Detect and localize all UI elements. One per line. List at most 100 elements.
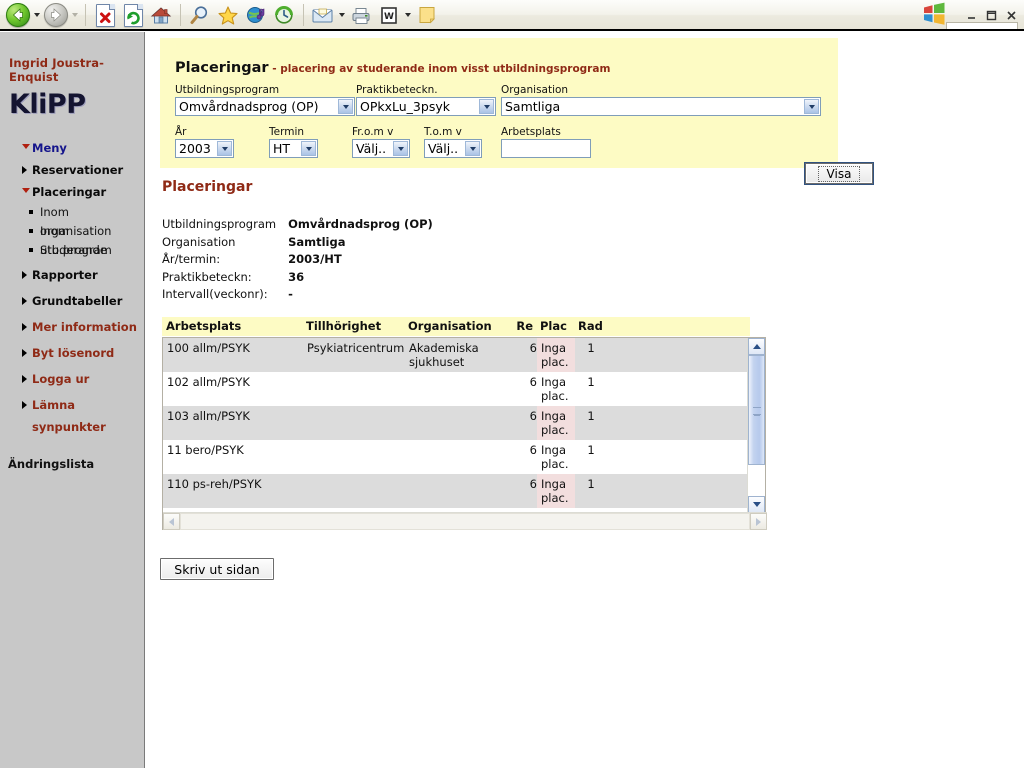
column-header-tillhorighet[interactable]: Tillhörighet [302,317,404,336]
horizontal-scrollbar-track[interactable] [180,513,750,530]
sidebar-item-meny[interactable]: Meny [0,137,144,159]
scroll-left-button[interactable] [163,513,180,530]
main-content: Placeringar - placering av studerande in… [145,32,1024,768]
bullet-icon [29,229,33,233]
cell-arbetsplats: 100 allm/PSYK [163,338,303,372]
history-button[interactable] [270,2,298,28]
vertical-scrollbar-thumb[interactable] [748,355,765,465]
refresh-icon [123,3,143,27]
home-button[interactable] [147,2,175,28]
bullet-icon [29,210,33,214]
app-logo: KliPP [9,89,86,120]
sidebar-item-inom-organisation[interactable]: Inom organisation [0,203,144,238]
cell-arbetsplats: 102 allm/PSYK [167,375,250,389]
chevron-up-icon [752,344,761,349]
scroll-up-button[interactable] [748,338,765,355]
horizontal-scrollbar[interactable] [163,512,767,530]
table-row[interactable]: 11 bero/PSYK 6 Inga plac. 1 [163,440,749,474]
table-row[interactable]: 103 allm/PSYK 6 Inga plac. 1 [163,406,749,440]
mail-button[interactable] [309,2,337,28]
table-row[interactable]: 110 ps-reh/PSYK 6 Inga plac. 1 [163,474,749,508]
vertical-scrollbar-track[interactable] [748,465,765,496]
panel-title: Placeringar - placering av studerande in… [175,60,610,76]
search-button[interactable] [186,2,214,28]
meta-value: 2003/HT [288,252,342,266]
sidebar-item-label: Logga ur [32,372,90,386]
sidebar-item-studerande[interactable]: Studerande [0,241,144,260]
arbetsplats-input[interactable] [501,139,591,158]
close-icon [1007,10,1016,20]
print-page-button[interactable]: Skriv ut sidan [160,558,274,580]
forward-button[interactable] [42,2,70,28]
search-icon [190,6,208,24]
media-button[interactable] [242,2,270,28]
organisation-select[interactable]: Samtliga [501,97,821,116]
table-row[interactable]: 102 allm/PSYK 6 Inga plac. 1 [163,372,749,406]
select-value: Omvårdnadsprog (OP) [179,99,319,114]
refresh-button[interactable] [119,2,147,28]
notes-button[interactable] [413,2,441,28]
close-button[interactable] [1005,9,1018,22]
table-row[interactable]: 100 allm/PSYK Psykiatricentrum Akademisk… [163,338,749,372]
praktikbeteckn-select[interactable]: OPkxLu_3psyk [356,97,496,116]
field-label: Arbetsplats [501,126,561,138]
sidebar-item-reservationer[interactable]: Reservationer [0,159,144,181]
utbildningsprogram-select[interactable]: Omvårdnadsprog (OP) [175,97,355,116]
history-icon [275,6,293,24]
column-header-organisation[interactable]: Organisation [404,317,510,336]
toolbar-bottom-rule [0,29,1024,31]
cell-organisation [405,440,511,474]
chevron-down-icon [339,13,345,17]
chevron-down-icon [22,144,30,149]
minimize-button[interactable] [965,9,978,22]
sidebar-item-byt-losenord[interactable]: Byt lösenord [0,342,144,364]
termin-select[interactable]: HT [269,139,318,158]
fromv-select[interactable]: Välj.. [352,139,410,158]
favorites-button[interactable] [214,2,242,28]
sidebar-item-mer-information[interactable]: Mer information [0,316,144,338]
sidebar-item-label: Reservationer [32,163,124,177]
visa-button[interactable]: Visa [805,163,873,184]
back-button[interactable] [4,2,32,28]
column-header-re[interactable]: Re [510,317,536,336]
scroll-down-button[interactable] [748,496,765,513]
cell-plac: Inga plac. [537,474,575,508]
sidebar-item-rapporter[interactable]: Rapporter [0,264,144,286]
back-dropdown[interactable] [32,2,42,28]
sidebar-item-label: Lämna synpunkter [32,398,106,434]
cell-plac: Inga plac. [541,443,569,471]
sidebar-item-placeringar[interactable]: Placeringar [0,181,144,203]
vertical-scrollbar[interactable] [747,338,765,513]
chevron-down-icon [338,99,353,114]
changelog-link[interactable]: Ändringslista [8,457,94,471]
sidebar-item-label: Mer information [32,320,137,334]
forward-dropdown[interactable] [70,2,80,28]
sidebar-item-lamna-synpunkter[interactable]: Lämna synpunkter [0,394,144,434]
field-termin: Termin HT [269,126,318,158]
maximize-button[interactable] [985,9,998,22]
select-value: HT [273,141,291,156]
stop-button[interactable] [91,2,119,28]
sidebar-item-label: Rapporter [32,268,98,282]
meta-value: - [288,287,293,301]
mail-dropdown[interactable] [337,2,347,28]
print-button[interactable] [347,2,375,28]
ar-select[interactable]: 2003 [175,139,234,158]
column-header-arbetsplats[interactable]: Arbetsplats [162,317,302,336]
sidebar-item-inom-utb-program[interactable]: Inom utb.program [0,222,144,257]
column-header-rad[interactable]: Rad [574,317,603,336]
back-icon [6,3,30,27]
tomv-select[interactable]: Välj.. [424,139,482,158]
scroll-right-button[interactable] [750,513,767,530]
field-fromv: Fr.o.m v Välj.. [352,126,410,158]
column-header-plac[interactable]: Plac [536,317,574,336]
chevron-down-icon [34,13,40,17]
sidebar-item-logga-ur[interactable]: Logga ur [0,368,144,390]
sidebar-item-grundtabeller[interactable]: Grundtabeller [0,290,144,312]
field-label: Praktikbeteckn. [356,84,438,96]
edit-word-button[interactable]: W [375,2,403,28]
meta-value: Omvårdnadsprog (OP) [288,217,433,231]
edit-dropdown[interactable] [403,2,413,28]
star-icon [218,6,238,25]
minimize-icon [968,16,975,19]
